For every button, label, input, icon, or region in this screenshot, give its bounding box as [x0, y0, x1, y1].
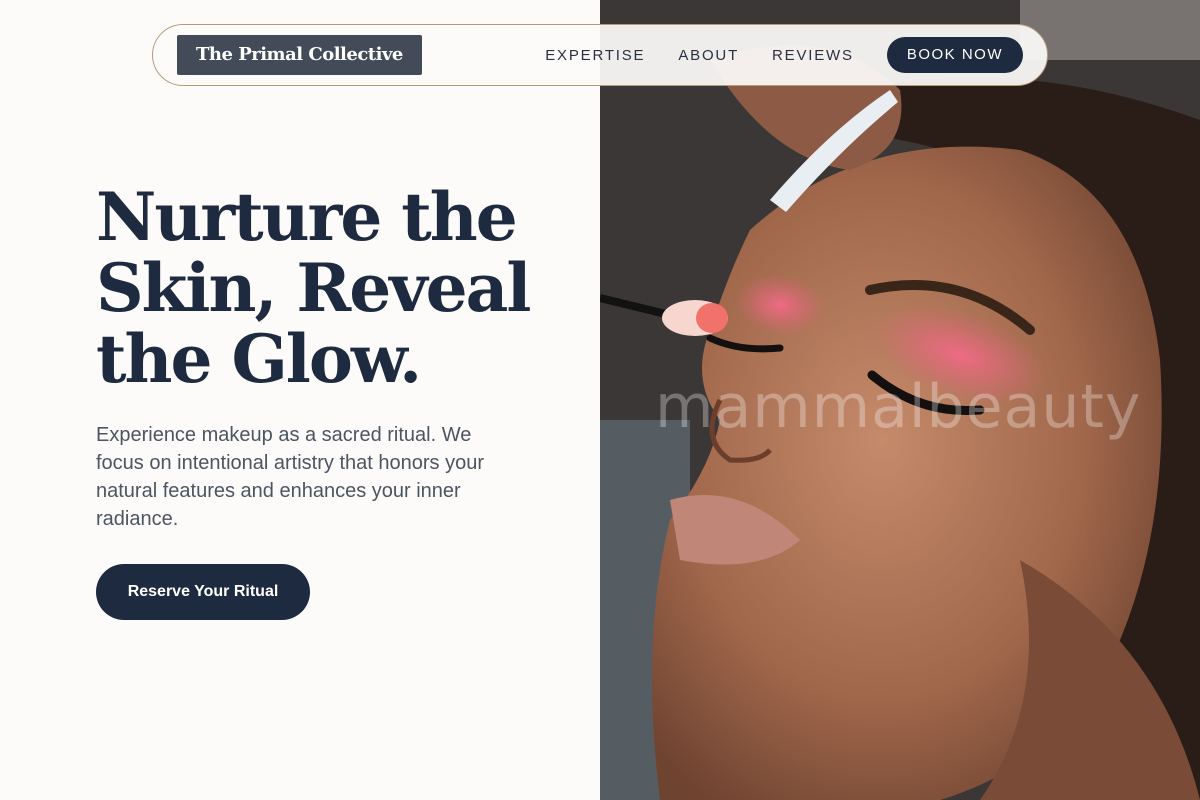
reserve-ritual-button[interactable]: Reserve Your Ritual: [96, 564, 310, 620]
photo-watermark: mammalbeauty: [655, 372, 1142, 442]
book-now-button[interactable]: BOOK NOW: [886, 37, 1023, 73]
nav-link-reviews[interactable]: REVIEWS: [772, 47, 854, 64]
hero-title: Nurture the Skin, Reveal the Glow.: [96, 178, 531, 398]
brand-logo[interactable]: The Primal Collective: [177, 35, 422, 75]
nav-link-expertise[interactable]: EXPERTISE: [545, 47, 645, 64]
hero-photo: mammalbeauty: [600, 0, 1200, 800]
nav-link-about[interactable]: ABOUT: [678, 47, 739, 64]
top-nav: The Primal Collective EXPERTISE ABOUT RE…: [152, 24, 1048, 86]
hero-description: Experience makeup as a sacred ritual. We…: [96, 424, 484, 530]
nav-links: EXPERTISE ABOUT REVIEWS BOOK NOW: [545, 37, 1023, 73]
